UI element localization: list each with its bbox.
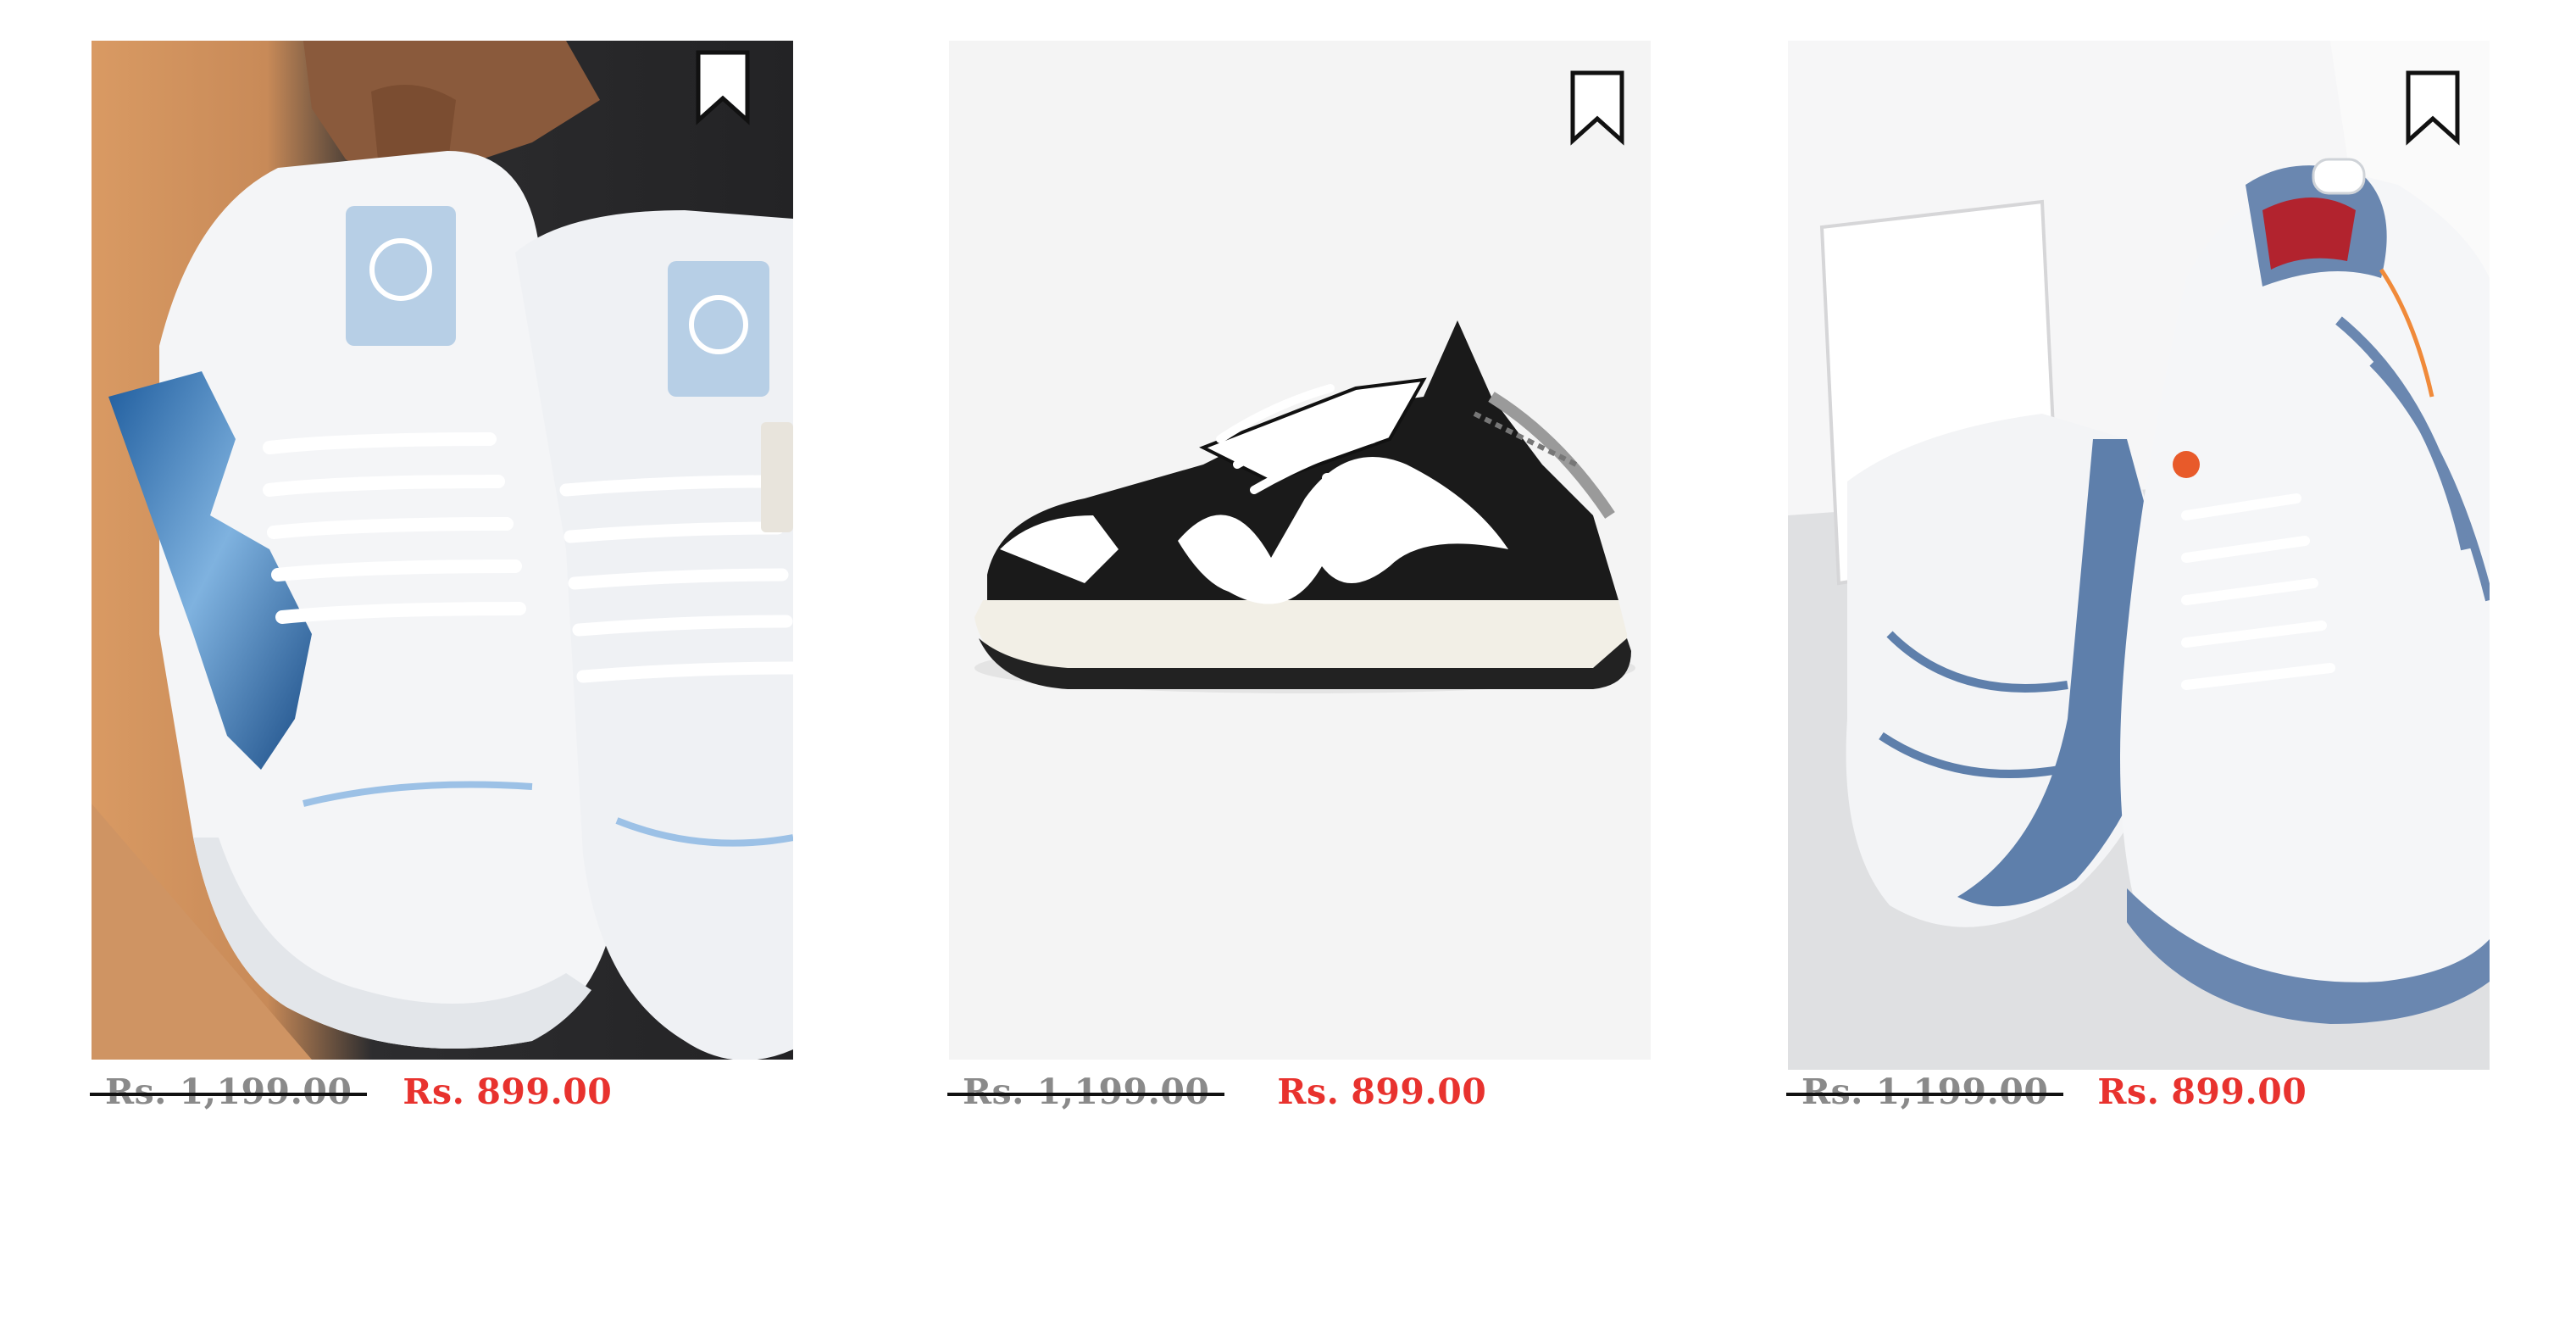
sale-amount: 899.00 <box>476 1071 613 1112</box>
product-card[interactable]: Rs. 1,199.00 Rs. 899.00 <box>947 0 1661 1136</box>
currency-label: Rs. <box>2097 1071 2160 1112</box>
sale-price: Rs. 899.00 <box>2097 1071 2307 1112</box>
original-price: Rs. 1,199.00 <box>947 1071 1225 1112</box>
product-card[interactable]: Rs. 1,199.00 Rs. 899.00 <box>89 0 803 1136</box>
product-photo <box>949 41 1651 1060</box>
sale-amount: 899.00 <box>1351 1071 1487 1112</box>
product-card[interactable]: Rs. 1,199.00 Rs. 899.00 <box>1785 0 2500 1136</box>
product-photo <box>92 41 793 1060</box>
currency-label: Rs. <box>1277 1071 1340 1112</box>
price-row: Rs. 1,199.00 Rs. 899.00 <box>947 1066 1486 1117</box>
bookmark-icon[interactable] <box>693 49 752 125</box>
sale-price: Rs. 899.00 <box>1277 1071 1486 1112</box>
price-row: Rs. 1,199.00 Rs. 899.00 <box>89 1066 612 1117</box>
price-row: Rs. 1,199.00 Rs. 899.00 <box>1785 1066 2307 1117</box>
bookmark-icon[interactable] <box>1568 70 1627 146</box>
currency-label: Rs. <box>402 1071 465 1112</box>
original-price: Rs. 1,199.00 <box>1785 1071 2064 1112</box>
sale-price: Rs. 899.00 <box>402 1071 612 1112</box>
original-price: Rs. 1,199.00 <box>89 1071 368 1112</box>
product-photo <box>1788 41 2490 1070</box>
bookmark-icon[interactable] <box>2403 70 2462 146</box>
product-image[interactable] <box>92 41 793 1060</box>
sale-amount: 899.00 <box>2171 1071 2307 1112</box>
product-image[interactable] <box>1788 41 2490 1070</box>
product-image[interactable] <box>949 41 1651 1060</box>
